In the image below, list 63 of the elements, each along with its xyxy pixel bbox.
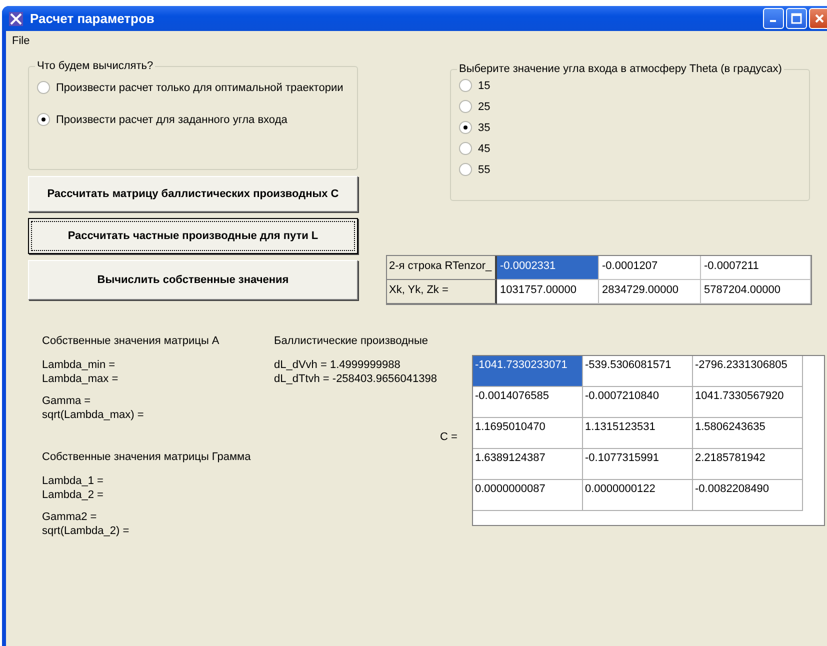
menu-item[interactable]: File	[10, 34, 32, 48]
radio-button[interactable]	[459, 79, 472, 92]
table-cell[interactable]: 5787204.00000	[701, 280, 811, 304]
table-cell[interactable]: -0.0002331	[497, 256, 599, 280]
row-header: Xk, Yk, Zk =	[387, 280, 497, 304]
radio-button[interactable]	[37, 113, 50, 126]
value-label: dL_dVvh = 1.4999999988	[274, 359, 402, 371]
value-label: dL_dTtvh = -258403.9656041398	[274, 373, 438, 385]
radio-label: Произвести расчет только для оптимальной траектории	[56, 82, 344, 94]
action-button[interactable]: Рассчитать матрицу баллистических производных C	[28, 176, 358, 212]
table-cell[interactable]: -0.0082208490	[693, 480, 803, 511]
table-cell[interactable]: 1.1315123531	[583, 418, 693, 449]
table-cell[interactable]: 1041.7330567920	[693, 387, 803, 418]
value-label: Lambda_2 =	[42, 489, 104, 501]
table-cell[interactable]: -2796.2331306805	[693, 356, 803, 387]
table-cell[interactable]: 1.5806243635	[693, 418, 803, 449]
radio-label: 45	[478, 142, 490, 154]
value-label: sqrt(Lambda_max) =	[42, 409, 145, 421]
section-title: Баллистические производные	[274, 335, 429, 347]
group-title: Что будем вычислять?	[35, 60, 156, 72]
table-cell[interactable]: -0.1077315991	[583, 449, 693, 480]
section-title: Собственные значения матрицы Грамма	[42, 451, 252, 463]
row-header: 2-я строка RTenzor_	[387, 256, 497, 280]
table-cell[interactable]: -0.0014076585	[473, 387, 583, 418]
close-icon	[814, 13, 825, 24]
table-cell[interactable]: 2834729.00000	[599, 280, 701, 304]
value-label: sqrt(Lambda_2) =	[42, 525, 130, 537]
value-label: Lambda_min =	[42, 359, 116, 371]
radio-label: 35	[478, 122, 490, 134]
table-cell[interactable]: 1031757.00000	[497, 280, 599, 304]
radio-button[interactable]	[459, 100, 472, 113]
matrix-label: C =	[440, 431, 458, 445]
table-cell[interactable]: 1.1695010470	[473, 418, 583, 449]
window-title: Расчет параметров	[30, 11, 156, 26]
table-cell[interactable]: -539.5306081571	[583, 356, 693, 387]
radio-label: Произвести расчет для заданного угла входа	[56, 114, 288, 126]
radio-label: 25	[478, 100, 490, 112]
radio-button[interactable]	[459, 142, 472, 155]
table-cell[interactable]: -0.0007211	[701, 256, 811, 280]
value-label: Lambda_1 =	[42, 475, 104, 487]
radio-button[interactable]	[459, 121, 472, 134]
minimize-button[interactable]	[763, 8, 784, 29]
radio-label: 15	[478, 80, 490, 92]
value-label: Lambda_max =	[42, 373, 120, 385]
group-title: Выберите значение угла входа в атмосферу Theta (в градусах)	[457, 63, 784, 75]
table-cell[interactable]: -0.0001207	[599, 256, 701, 280]
value-label: Gamma2 =	[42, 511, 98, 523]
section-title: Собственные значения матрицы A	[42, 335, 220, 347]
action-button[interactable]: Вычислить собственные значения	[28, 260, 358, 300]
table-cell[interactable]: 2.2185781942	[693, 449, 803, 480]
maximize-button[interactable]	[786, 8, 807, 29]
table-cell[interactable]: -1041.7330233071	[473, 356, 583, 387]
table-cell[interactable]: 1.6389124387	[473, 449, 583, 480]
value-label: Gamma =	[42, 395, 92, 407]
radio-label: 55	[478, 164, 490, 176]
table-cell[interactable]: 0.0000000087	[473, 480, 583, 511]
radio-button[interactable]	[37, 81, 50, 94]
radio-button[interactable]	[459, 163, 472, 176]
action-button[interactable]: Рассчитать частные производные для пути L	[28, 218, 358, 254]
maximize-icon	[791, 13, 802, 24]
table-cell[interactable]: 0.0000000122	[583, 480, 693, 511]
close-button[interactable]	[809, 8, 827, 29]
table-cell[interactable]: -0.0007210840	[583, 387, 693, 418]
